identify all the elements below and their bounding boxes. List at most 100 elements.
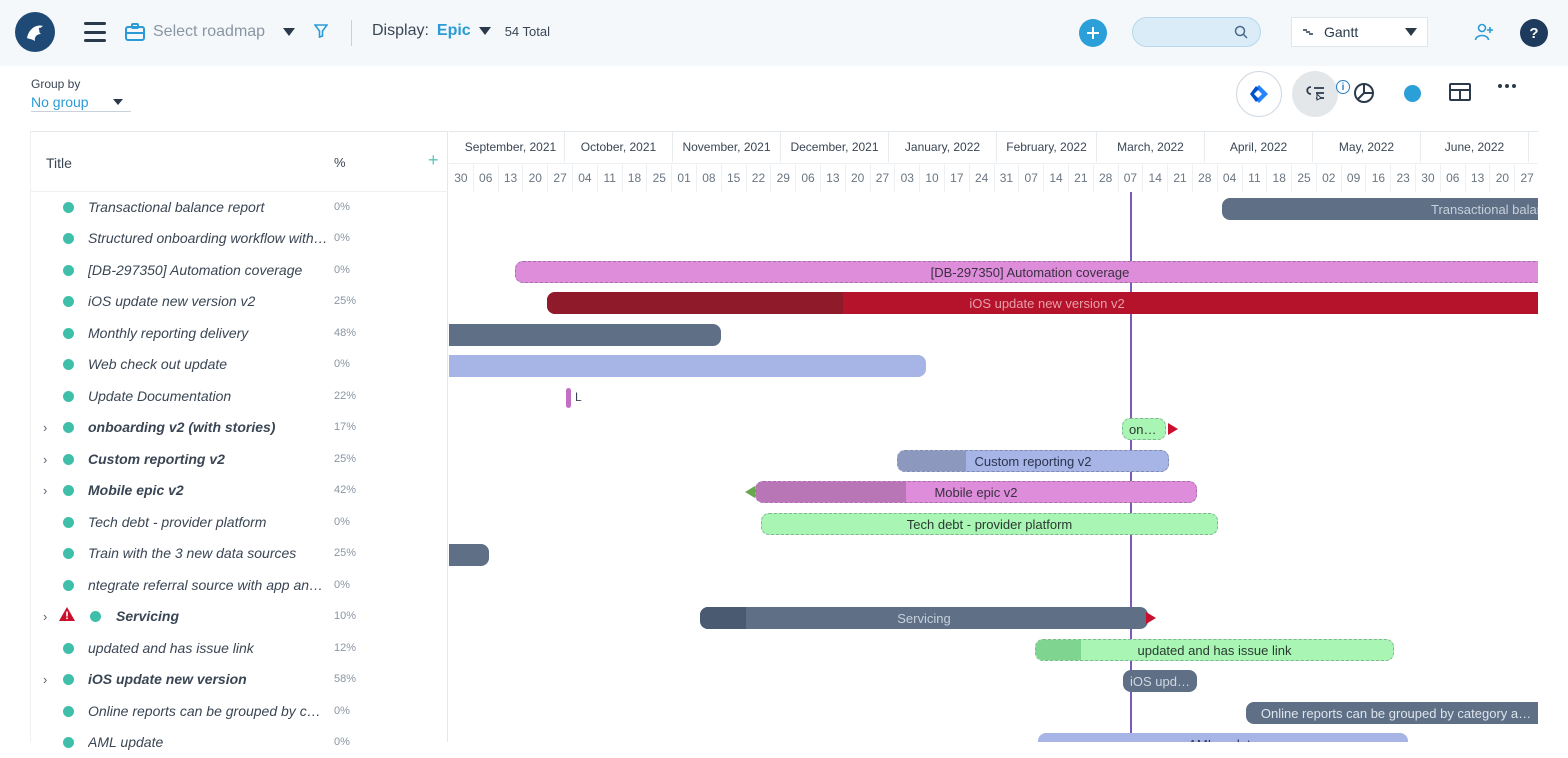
groupby-select[interactable]: No group (31, 94, 131, 112)
list-item[interactable]: Update Documentation 22% (30, 381, 448, 412)
jira-icon (1250, 85, 1268, 103)
list-item[interactable]: › iOS update new version 58% (30, 664, 448, 695)
list-item-title[interactable]: onboarding v2 (with stories) (88, 419, 328, 435)
collapse-rows-button[interactable] (1292, 71, 1338, 117)
view-selector[interactable]: Gantt (1291, 17, 1428, 47)
chevron-right-icon[interactable]: › (43, 420, 47, 435)
gantt-bar[interactable]: Custom reporting v2 (897, 450, 1169, 472)
pie-chart-icon[interactable] (1353, 82, 1375, 104)
gantt-bar[interactable] (449, 324, 721, 346)
status-dot-icon[interactable] (1404, 85, 1421, 102)
gantt-timeline[interactable]: September, 2021 October, 2021 November, 20… (449, 131, 1538, 742)
list-item-title[interactable]: Structured onboarding workflow with … (88, 230, 328, 246)
list-item-title[interactable]: Online reports can be grouped by cat… (88, 703, 328, 719)
list-item[interactable]: AML update 0% (30, 727, 448, 758)
filter-icon[interactable] (314, 24, 328, 38)
gantt-bar[interactable]: AML update (1038, 733, 1408, 742)
week-label: 07 (1019, 164, 1045, 192)
list-item-title[interactable]: iOS update new version v2 (88, 293, 328, 309)
column-header-percent[interactable]: % (334, 155, 346, 170)
gantt-bar[interactable]: [DB-297350] Automation coverage (515, 261, 1538, 283)
roadmap-selector[interactable]: Select roadmap (125, 20, 296, 44)
gantt-bar[interactable]: iOS update new version v2 (547, 292, 1538, 314)
list-item-title[interactable]: Train with the 3 new data sources (88, 545, 328, 561)
gantt-bar[interactable]: Servicing (700, 607, 1148, 629)
more-options-icon[interactable] (1498, 84, 1516, 88)
layout-icon[interactable] (1449, 83, 1471, 101)
week-label: 07 (1119, 164, 1144, 192)
warning-icon (58, 606, 76, 627)
list-item[interactable]: [DB-297350] Automation coverage 0% (30, 255, 448, 286)
list-item[interactable]: Monthly reporting delivery 48% (30, 318, 448, 349)
gantt-bar[interactable] (566, 388, 571, 408)
chevron-down-icon[interactable] (478, 27, 491, 35)
chevron-right-icon[interactable]: › (43, 672, 47, 687)
gantt-bar[interactable] (449, 544, 489, 566)
search-icon (1234, 25, 1248, 39)
help-button[interactable]: ? (1520, 19, 1548, 47)
gantt-bar[interactable] (449, 355, 926, 377)
chevron-down-icon (1405, 28, 1417, 36)
list-item-title[interactable]: iOS update new version (88, 671, 328, 687)
display-value[interactable]: Epic (437, 22, 471, 40)
list-item-title[interactable]: Web check out update (88, 356, 328, 372)
list-item[interactable]: updated and has issue link 12% (30, 633, 448, 664)
list-item[interactable]: Structured onboarding workflow with … 0% (30, 223, 448, 254)
list-item-percent: 17% (334, 421, 357, 433)
month-label: February, 2022 (997, 132, 1097, 162)
status-dot (63, 422, 74, 433)
list-item-title[interactable]: Servicing (116, 608, 356, 624)
week-label: 30 (1416, 164, 1441, 192)
add-button[interactable] (1079, 19, 1107, 47)
gantt-bar[interactable]: Tech debt - provider platform (761, 513, 1218, 535)
week-label: 27 (871, 164, 896, 192)
list-item-title[interactable]: Tech debt - provider platform (88, 514, 328, 530)
add-user-icon[interactable] (1474, 22, 1494, 42)
list-item-title[interactable]: updated and has issue link (88, 640, 328, 656)
list-item-title[interactable]: AML update (88, 734, 328, 750)
list-item[interactable]: ntegrate referral source with app anal… 0… (30, 570, 448, 601)
list-item[interactable]: Online reports can be grouped by cat… 0% (30, 696, 448, 727)
list-item[interactable]: Tech debt - provider platform 0% (30, 507, 448, 538)
week-label: 11 (1243, 164, 1268, 192)
add-column-button[interactable]: + (428, 150, 439, 171)
list-item[interactable]: Train with the 3 new data sources 25% (30, 538, 448, 569)
gantt-bar[interactable]: iOS upd… (1123, 670, 1197, 692)
chevron-right-icon[interactable]: › (43, 452, 47, 467)
gantt-bar[interactable]: Online reports can be grouped by categor… (1246, 702, 1538, 724)
chevron-right-icon[interactable]: › (43, 609, 47, 624)
gantt-bar[interactable]: updated and has issue link (1035, 639, 1394, 661)
list-item-title[interactable]: Update Documentation (88, 388, 328, 404)
hamburger-menu-icon[interactable] (84, 22, 106, 42)
week-label: 13 (499, 164, 524, 192)
list-item[interactable]: iOS update new version v2 25% (30, 286, 448, 317)
jira-button[interactable] (1236, 71, 1282, 117)
gantt-bar-label: updated and has issue link (1137, 642, 1292, 658)
gantt-bar[interactable]: Mobile epic v2 (755, 481, 1197, 503)
list-item-title[interactable]: Mobile epic v2 (88, 482, 328, 498)
list-item-title[interactable]: Transactional balance report (88, 199, 328, 215)
app-logo[interactable] (15, 12, 55, 52)
list-item[interactable]: Transactional balance report 0% (30, 192, 448, 223)
divider (351, 20, 352, 46)
gantt-bar[interactable]: on… (1122, 418, 1166, 440)
search-input[interactable] (1132, 17, 1261, 47)
status-dot (63, 296, 74, 307)
list-item[interactable]: › onboarding v2 (with stories) 17% (30, 412, 448, 443)
chevron-right-icon[interactable]: › (43, 483, 47, 498)
gantt-bar-label: Online reports can be grouped by categor… (1260, 705, 1532, 721)
gantt-bar[interactable]: Transactional balan (1222, 198, 1538, 220)
week-label: 21 (1168, 164, 1193, 192)
list-item-title[interactable]: [DB-297350] Automation coverage (88, 262, 328, 278)
list-item[interactable]: › Servicing 10% (30, 601, 448, 632)
column-header-title[interactable]: Title (46, 155, 72, 171)
week-label: 08 (697, 164, 722, 192)
list-item[interactable]: › Custom reporting v2 25% (30, 444, 448, 475)
display-selector[interactable]: Display: Epic 54 Total (372, 22, 550, 40)
list-item-title[interactable]: Monthly reporting delivery (88, 325, 328, 341)
list-item[interactable]: Web check out update 0% (30, 349, 448, 380)
list-item-title[interactable]: Custom reporting v2 (88, 451, 328, 467)
list-item[interactable]: › Mobile epic v2 42% (30, 475, 448, 506)
list-item-title[interactable]: ntegrate referral source with app anal… (88, 577, 328, 593)
info-icon[interactable]: i (1336, 80, 1350, 94)
